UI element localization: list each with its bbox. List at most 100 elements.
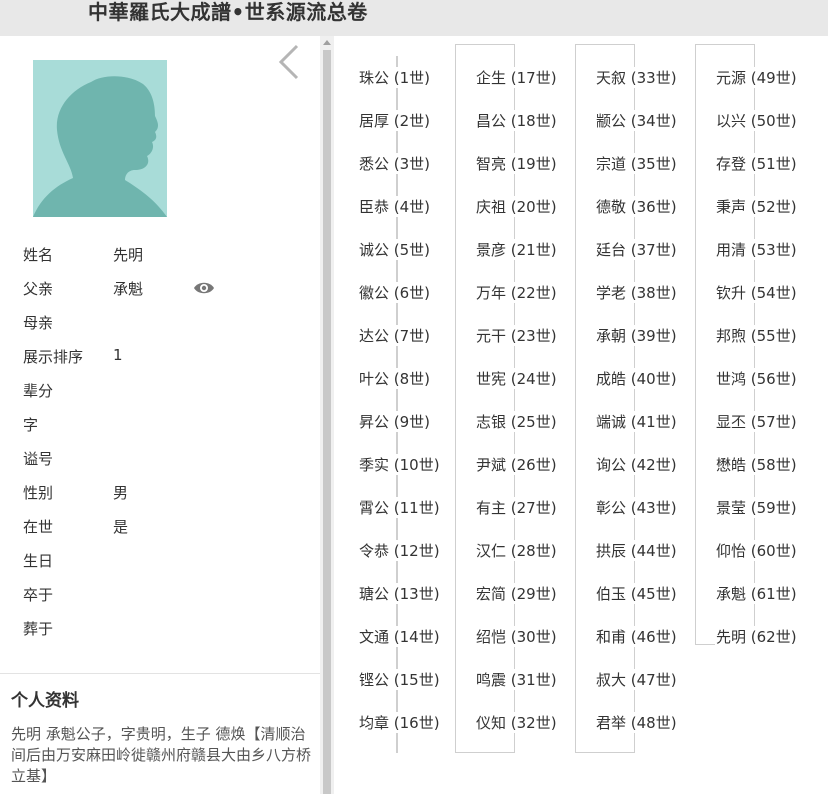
generation-node[interactable]: 秉声 (52世) (715, 196, 798, 217)
generation-node[interactable]: 邦煦 (55世) (715, 325, 798, 346)
generation-node[interactable]: 成皓 (40世) (595, 368, 678, 389)
field-value: 先明 (113, 246, 144, 264)
generation-node[interactable]: 拱辰 (44世) (595, 540, 678, 561)
field-value: 是 (113, 518, 129, 536)
generation-node[interactable]: 汉仁 (28世) (475, 540, 558, 561)
field-row: 在世 是 (23, 508, 303, 542)
generation-node[interactable]: 绍恺 (30世) (475, 626, 558, 647)
generation-node[interactable]: 颛公 (34世) (595, 110, 678, 131)
generation-node[interactable]: 询公 (42世) (595, 454, 678, 475)
field-label: 姓名 (23, 246, 54, 264)
generation-node[interactable]: 徽公 (6世) (358, 282, 432, 303)
generation-node[interactable]: 均章 (16世) (358, 712, 441, 733)
generation-node[interactable]: 钦升 (54世) (715, 282, 798, 303)
generation-node[interactable]: 令恭 (12世) (358, 540, 441, 561)
field-row: 母亲 (23, 304, 303, 338)
field-label: 辈分 (23, 382, 54, 400)
generation-node[interactable]: 诚公 (5世) (358, 239, 432, 260)
field-row: 辈分 (23, 372, 303, 406)
generation-node[interactable]: 悉公 (3世) (358, 153, 432, 174)
generation-node[interactable]: 世鸿 (56世) (715, 368, 798, 389)
field-row: 葬于 (23, 610, 303, 644)
generation-node[interactable]: 铿公 (15世) (358, 669, 441, 690)
field-row: 性别 男 (23, 474, 303, 508)
generation-node[interactable]: 仰怡 (60世) (715, 540, 798, 561)
generation-node[interactable]: 宗道 (35世) (595, 153, 678, 174)
eye-icon[interactable] (193, 281, 215, 295)
generation-node[interactable]: 智亮 (19世) (475, 153, 558, 174)
generation-node[interactable]: 伯玉 (45世) (595, 583, 678, 604)
generation-node[interactable]: 鸣震 (31世) (475, 669, 558, 690)
generation-node[interactable]: 达公 (7世) (358, 325, 432, 346)
generation-node[interactable]: 珠公 (1世) (358, 67, 432, 88)
scrollbar-thumb[interactable] (323, 50, 331, 794)
field-label: 父亲 (23, 280, 54, 298)
field-row: 卒于 (23, 576, 303, 610)
generation-node[interactable]: 文通 (14世) (358, 626, 441, 647)
field-value: 承魁 (113, 280, 144, 298)
generation-node[interactable]: 天叙 (33世) (595, 67, 678, 88)
avatar (33, 60, 167, 217)
generation-node[interactable]: 仪知 (32世) (475, 712, 558, 733)
field-row: 展示排序 1 (23, 338, 303, 372)
field-label: 谥号 (23, 450, 54, 468)
generation-node[interactable]: 用清 (53世) (715, 239, 798, 260)
generation-node[interactable]: 承朝 (39世) (595, 325, 678, 346)
field-label: 在世 (23, 518, 54, 536)
scroll-up-arrow-icon[interactable] (323, 40, 331, 45)
generation-node[interactable]: 端诚 (41世) (595, 411, 678, 432)
generation-node[interactable]: 和甫 (46世) (595, 626, 678, 647)
generation-node[interactable]: 臣恭 (4世) (358, 196, 432, 217)
field-label: 生日 (23, 552, 54, 570)
profile-bio: 先明 承魁公子，字贵明，生子 德焕【清顺治间后由万安麻田岭徙赣州府赣县大由乡八方… (11, 725, 312, 785)
generation-node[interactable]: 懋皓 (58世) (715, 454, 798, 475)
generation-node[interactable]: 存登 (51世) (715, 153, 798, 174)
person-fields: 姓名 先明父亲 承魁母亲展示排序 1 辈分字谥号性别 男在世 是生日卒于葬于 (23, 236, 303, 644)
scrollbar[interactable] (320, 36, 334, 794)
field-label: 性别 (23, 484, 54, 502)
person-silhouette-icon (33, 76, 167, 217)
generation-node[interactable]: 承魁 (61世) (715, 583, 798, 604)
field-value: 男 (113, 484, 129, 502)
generation-node[interactable]: 君举 (48世) (595, 712, 678, 733)
field-row: 谥号 (23, 440, 303, 474)
generation-node[interactable]: 景彦 (21世) (475, 239, 558, 260)
generation-node[interactable]: 叔大 (47世) (595, 669, 678, 690)
field-label: 展示排序 (23, 348, 84, 366)
generation-chain-panel: 珠公 (1世) 居厚 (2世) 悉公 (3世) 臣恭 (4世) 诚公 (5世) 徽公 (6… (334, 36, 828, 794)
generation-node[interactable]: 万年 (22世) (475, 282, 558, 303)
generation-node[interactable]: 昇公 (9世) (358, 411, 432, 432)
generation-node[interactable]: 德敬 (36世) (595, 196, 678, 217)
generation-node[interactable]: 瑭公 (13世) (358, 583, 441, 604)
generation-node[interactable]: 元源 (49世) (715, 67, 798, 88)
generation-node[interactable]: 显丕 (57世) (715, 411, 798, 432)
generation-node[interactable]: 元干 (23世) (475, 325, 558, 346)
generation-node[interactable]: 以兴 (50世) (715, 110, 798, 131)
generation-node[interactable]: 景莹 (59世) (715, 497, 798, 518)
field-row: 生日 (23, 542, 303, 576)
generation-node[interactable]: 学老 (38世) (595, 282, 678, 303)
generation-node[interactable]: 彰公 (43世) (595, 497, 678, 518)
generation-node[interactable]: 昌公 (18世) (475, 110, 558, 131)
generation-node[interactable]: 志银 (25世) (475, 411, 558, 432)
field-label: 卒于 (23, 586, 54, 604)
generation-node[interactable]: 霄公 (11世) (358, 497, 441, 518)
divider (0, 673, 320, 674)
field-label: 字 (23, 416, 39, 434)
generation-node[interactable]: 有主 (27世) (475, 497, 558, 518)
generation-node[interactable]: 宏简 (29世) (475, 583, 558, 604)
field-label: 葬于 (23, 620, 54, 638)
generation-node[interactable]: 企生 (17世) (475, 67, 558, 88)
generation-node[interactable]: 叶公 (8世) (358, 368, 432, 389)
field-row: 父亲 承魁 (23, 270, 303, 304)
generation-node[interactable]: 尹斌 (26世) (475, 454, 558, 475)
generation-node[interactable]: 廷台 (37世) (595, 239, 678, 260)
collapse-panel-button[interactable] (277, 42, 301, 82)
generation-node[interactable]: 季实 (10世) (358, 454, 441, 475)
generation-node[interactable]: 居厚 (2世) (358, 110, 432, 131)
person-detail-panel: 姓名 先明 父亲 承魁 母亲 展示排序 1 辈分字谥号 性别 男在世 是生日 卒于 葬于 个人资料 先明… (0, 36, 320, 794)
field-label: 母亲 (23, 314, 54, 332)
generation-node[interactable]: 庆祖 (20世) (475, 196, 558, 217)
generation-node[interactable]: 世宪 (24世) (475, 368, 558, 389)
generation-node[interactable]: 先明 (62世) (715, 626, 798, 647)
